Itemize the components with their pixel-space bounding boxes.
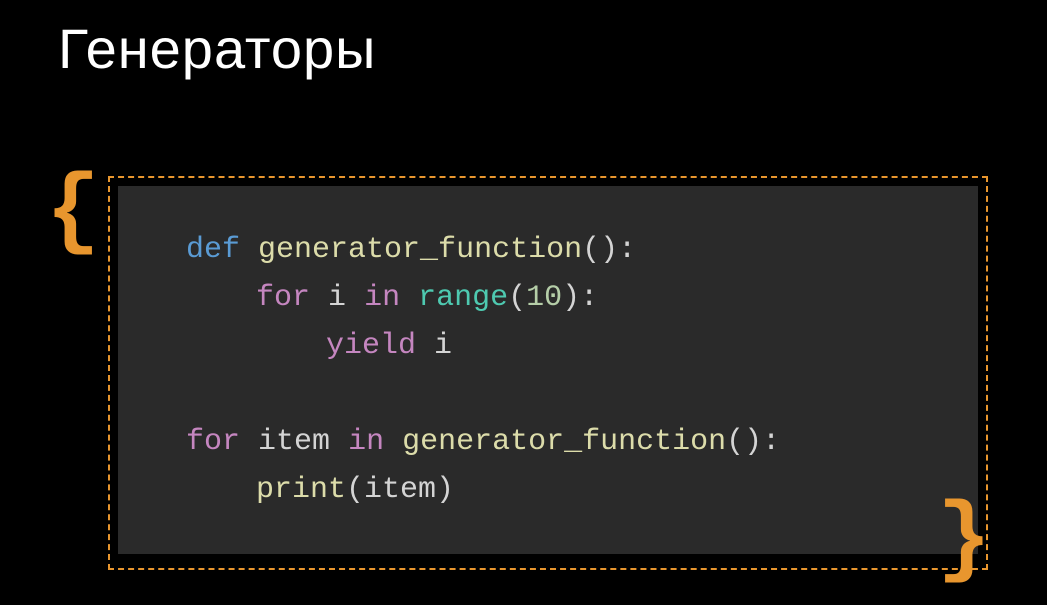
content-area: { def generator_function(): for i in ran… (50, 176, 1047, 570)
punctuation: ( (346, 473, 364, 507)
code-line-2: for i in range(10): (186, 274, 948, 322)
variable: item (364, 473, 436, 507)
code-line-3: yield i (186, 322, 948, 370)
variable: item (258, 425, 330, 459)
variable: i (434, 329, 452, 363)
punctuation: ) (436, 473, 454, 507)
punctuation: (): (726, 425, 780, 459)
function-name: generator_function (258, 233, 582, 267)
function-range: range (418, 281, 508, 315)
punctuation: ( (508, 281, 526, 315)
code-line-1: def generator_function(): (186, 226, 948, 274)
punctuation: (): (582, 233, 636, 267)
variable: i (328, 281, 346, 315)
function-print: print (256, 473, 346, 507)
brace-open-icon: { (46, 168, 100, 258)
number-literal: 10 (526, 281, 562, 315)
keyword-yield: yield (326, 329, 416, 363)
code-container: def generator_function(): for i in range… (108, 176, 988, 570)
keyword-for: for (256, 281, 310, 315)
code-block: def generator_function(): for i in range… (118, 186, 978, 554)
code-line-4: for item in generator_function(): (186, 418, 948, 466)
keyword-def: def (186, 233, 240, 267)
keyword-in: in (348, 425, 384, 459)
keyword-in: in (364, 281, 400, 315)
function-call: generator_function (402, 425, 726, 459)
blank-line (186, 370, 948, 418)
brace-close-icon: } (937, 496, 991, 586)
punctuation: ): (562, 281, 598, 315)
keyword-for: for (186, 425, 240, 459)
code-line-5: print(item) (186, 466, 948, 514)
slide-title: Генераторы (58, 16, 1047, 81)
